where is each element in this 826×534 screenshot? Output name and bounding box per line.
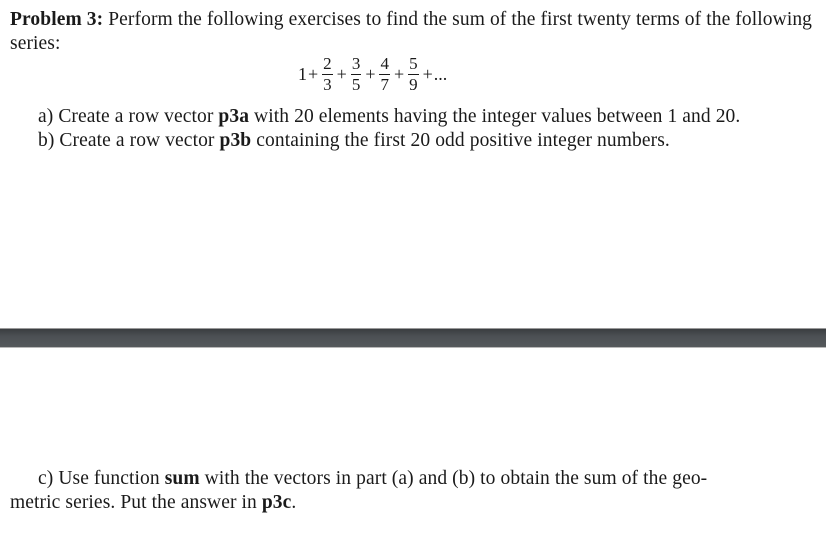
series-ellipsis: ... (433, 63, 448, 84)
denominator: 5 (351, 74, 361, 94)
plus-sign: + (422, 63, 433, 84)
numerator: 5 (408, 53, 419, 75)
series-fraction: 59 (408, 54, 419, 95)
part-c-line2: metric series. Put the answer in (10, 492, 262, 513)
part-c-prefix: c) Use function (38, 468, 165, 489)
plus-sign: + (308, 63, 319, 84)
part-c-middle: with the vectors in part (a) and (b) to … (199, 468, 708, 489)
numerator: 4 (379, 53, 390, 75)
part-c-func: sum (164, 468, 200, 489)
denominator: 7 (380, 74, 389, 94)
part-c-line-2: metric series. Put the answer in p3c. (10, 491, 800, 515)
plus-sign: + (365, 63, 376, 84)
series-fraction: 47 (379, 54, 390, 95)
page-divider-bar (0, 328, 826, 348)
part-a-suffix: with 20 elements having the integer valu… (249, 106, 741, 127)
series-formula: 1 + 23 + 35 + 47 + 59 + ... (298, 50, 447, 98)
denominator: 3 (323, 74, 332, 94)
part-b-suffix: containing the first 20 odd positive int… (251, 130, 670, 151)
series-fraction: 35 (350, 53, 362, 95)
part-b-var: p3b (219, 130, 252, 151)
numerator: 3 (350, 53, 362, 75)
series-fraction: 23 (322, 54, 333, 95)
part-c-line-1: c) Use function sum with the vectors in … (10, 467, 800, 491)
part-b: b) Create a row vector p3b containing th… (38, 129, 670, 153)
problem-statement: Problem 3: Perform the following exercis… (10, 8, 820, 56)
plus-sign: + (336, 63, 347, 84)
part-a-prefix: a) Create a row vector (38, 106, 219, 127)
part-b-prefix: b) Create a row vector (38, 130, 220, 151)
part-c-var: p3c (261, 492, 292, 513)
plus-sign: + (393, 63, 405, 84)
denominator: 9 (409, 74, 418, 94)
problem-label: Problem 3: (10, 9, 104, 30)
part-a-var: p3a (218, 106, 250, 127)
part-c: c) Use function sum with the vectors in … (10, 467, 800, 515)
part-a: a) Create a row vector p3a with 20 eleme… (38, 105, 740, 129)
numerator: 2 (322, 53, 333, 75)
problem-intro: Perform the following exercises to find … (10, 9, 813, 54)
series-first-term: 1 (298, 63, 307, 84)
part-c-end: . (291, 492, 297, 513)
